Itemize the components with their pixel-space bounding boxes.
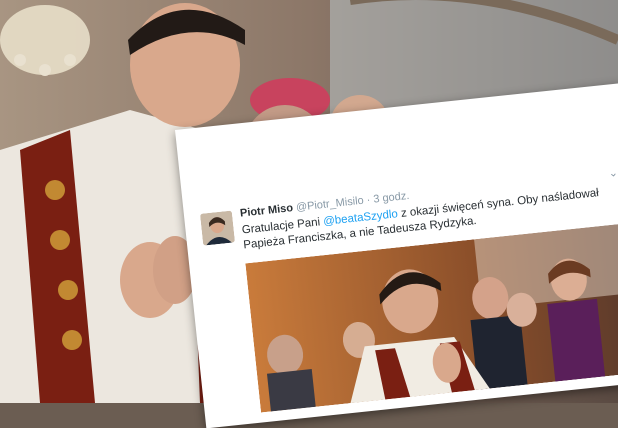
chevron-down-icon[interactable]: ⌄ [608, 166, 618, 180]
tweet-time[interactable]: 3 godz. [373, 190, 410, 206]
meta-separator: · [366, 193, 371, 207]
author-name[interactable]: Piotr Miso [239, 202, 293, 219]
avatar[interactable] [199, 210, 236, 246]
tweet-card[interactable]: Piotr Miso @Piotr_Misilo · 3 godz. ⌄ Gra… [175, 82, 618, 428]
tweet-media[interactable] [245, 223, 618, 413]
